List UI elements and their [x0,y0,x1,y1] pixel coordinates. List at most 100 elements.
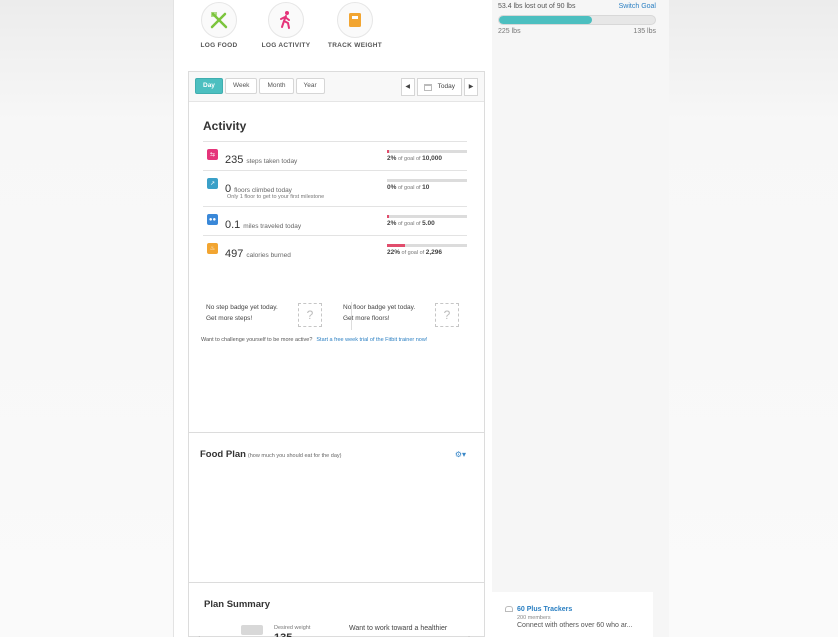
calories-percent: 22% [387,249,401,256]
distance-goal-text: 2% of goal of 5.00 [387,220,467,227]
weight-goal-header: 53.4 lbs lost out of 90 lbs Switch Goal [498,3,656,10]
floors-unit: floors climbed today [234,187,292,194]
track-weight-button[interactable]: TRACK WEIGHT [310,2,400,49]
calories-goal-bar [387,244,467,247]
tab-week[interactable]: Week [224,78,258,94]
group-members: 200 members [517,615,551,621]
activity-row-steps[interactable]: ⇆ 235 steps taken today 2% of goal of 10,… [203,141,467,170]
steps-goal-fill [387,150,389,153]
distance-unit: miles traveled today [243,223,302,230]
weight-start-label: 225 lbs [498,28,521,35]
badge-area: No step badge yet today. Get more steps!… [206,302,468,332]
weight-scale-icon [241,625,263,635]
track-weight-label[interactable]: TRACK WEIGHT [310,42,400,49]
group-name-link[interactable]: 60 Plus Trackers [517,606,653,613]
calories-value: 497 [225,248,244,260]
previous-day-button[interactable]: ◀ [400,78,415,96]
page-container: LOG FOOD LOG ACTIVITY TRACK WEIGHT Day W… [173,0,669,637]
floors-milestone-text: Only 1 floor to get to your first milest… [227,194,325,200]
track-weight-circle[interactable] [337,2,373,38]
floors-goal-value: 10 [422,184,430,191]
log-food-circle[interactable] [201,2,237,38]
steps-goal-value: 10,000 [422,155,442,162]
date-toolbar: Day Week Month Year ◀ Today ▶ [189,72,484,102]
food-plan-section: Food Plan (how much you should eat for th… [189,432,484,582]
dashboard-panel: Day Week Month Year ◀ Today ▶ Activity ⇆… [188,71,485,637]
distance-goal: 2% of goal of 5.00 [387,215,467,227]
activity-row-floors[interactable]: ↗ 0 floors climbed today Only 1 floor to … [203,170,467,206]
steps-unit: steps taken today [246,158,298,165]
switch-goal-link[interactable]: Switch Goal [619,3,656,10]
floor-badge-block: No floor badge yet today. Get more floor… [343,302,468,332]
calories-goal-value: 2,296 [425,249,442,256]
steps-summary: 235 steps taken today [225,150,297,168]
step-badge-text: No step badge yet today. [206,304,278,311]
trainer-trial-link[interactable]: Start a free week trial of the Fitbit tr… [316,337,427,343]
activity-section: Activity ⇆ 235 steps taken today 2% of go… [189,102,484,432]
steps-goal-bar [387,150,467,153]
floors-goal: 0% of goal of 10 [387,179,467,191]
steps-value: 235 [225,154,244,166]
tab-year[interactable]: Year [295,78,325,94]
steps-percent: 2% [387,155,397,162]
next-day-button[interactable]: ▶ [464,78,478,96]
group-card[interactable]: 60 Plus Trackers 200 members Connect wit… [492,592,653,637]
weight-goal-widget: 53.4 lbs lost out of 90 lbs Switch Goal … [498,3,656,35]
distance-of-goal: of goal of [397,221,421,227]
group-icon [505,606,513,612]
fork-knife-icon [210,12,228,29]
step-badge-block: No step badge yet today. Get more steps!… [206,302,331,332]
trainer-promo: Want to challenge yourself to be more ac… [201,337,427,343]
quick-actions: LOG FOOD LOG ACTIVITY TRACK WEIGHT [174,0,474,60]
distance-goal-value: 5.00 [422,220,435,227]
desired-weight-label: Desired weight [274,625,311,631]
distance-icon: ●● [207,214,218,225]
distance-goal-fill [387,215,389,218]
distance-percent: 2% [387,220,397,227]
calories-of-goal: of goal of [401,250,425,256]
activity-rows: ⇆ 235 steps taken today 2% of goal of 10,… [203,141,467,264]
desired-weight-value: 135 [274,632,292,637]
food-plan-heading: Food Plan [200,449,246,460]
floor-badge-text: No floor badge yet today. [343,304,416,311]
step-badge-placeholder: ? [298,303,322,327]
floors-goal-text: 0% of goal of 10 [387,184,467,191]
distance-value: 0.1 [225,219,241,231]
flame-icon: ♨ [207,243,218,254]
floors-of-goal: of goal of [397,185,421,191]
today-button[interactable]: Today [416,78,462,96]
calories-unit: calories burned [246,252,291,259]
calories-goal-text: 22% of goal of 2,296 [387,249,467,256]
today-label[interactable]: Today [438,79,455,95]
chevron-left-icon[interactable]: ‹ [197,633,200,637]
distance-summary: 0.1 miles traveled today [225,215,301,233]
activity-row-calories[interactable]: ♨ 497 calories burned 22% of goal of 2,29… [203,235,467,264]
food-plan-title: Food Plan (how much you should eat for th… [200,449,341,460]
floors-icon: ↗ [207,178,218,189]
floors-percent: 0% [387,184,397,191]
calendar-icon [423,83,432,91]
food-plan-subtitle: (how much you should eat for the day) [247,453,342,459]
steps-of-goal: of goal of [397,156,421,162]
gear-icon[interactable]: ⚙▾ [455,450,466,459]
chevron-right-icon[interactable]: › [468,633,471,637]
tab-day[interactable]: Day [195,78,223,94]
date-navigation: ◀ Today ▶ [400,78,478,96]
weight-goal-progress-bar [498,15,656,25]
plan-summary-title: Plan Summary [204,599,270,610]
floors-goal-bar [387,179,467,182]
steps-goal: 2% of goal of 10,000 [387,150,467,162]
calories-summary: 497 calories burned [225,244,291,262]
log-activity-circle[interactable] [268,2,304,38]
weight-goal-progress-fill [499,16,592,24]
right-column: 53.4 lbs lost out of 90 lbs Switch Goal … [492,0,669,637]
floor-badge-placeholder: ? [435,303,459,327]
tab-month[interactable]: Month [259,78,294,94]
activity-row-distance[interactable]: ●● 0.1 miles traveled today 2% of goal of… [203,206,467,235]
weight-target-label: 135 lbs [633,28,656,35]
group-description: Connect with others over 60 who ar... [517,622,633,629]
walking-person-icon [280,11,290,29]
activity-title: Activity [203,119,247,133]
steps-icon: ⇆ [207,149,218,160]
calories-goal: 22% of goal of 2,296 [387,244,467,256]
